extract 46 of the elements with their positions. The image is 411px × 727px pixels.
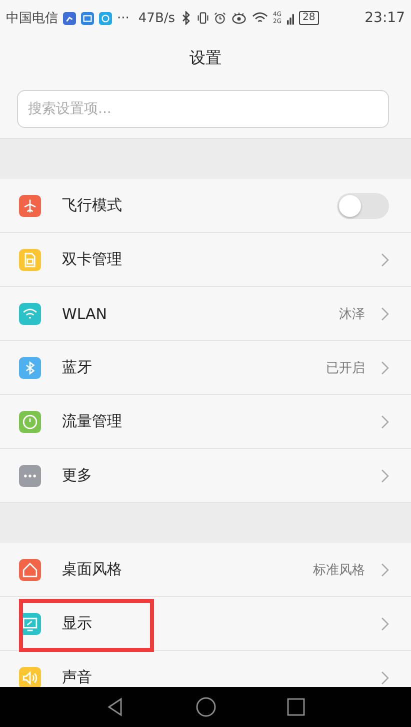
setting-label[interactable]: WLAN bbox=[62, 304, 108, 322]
search-field[interactable]: 搜索设置项... bbox=[17, 90, 389, 128]
alarm-icon bbox=[214, 11, 226, 25]
setting-value: 已开启 bbox=[326, 360, 365, 376]
vibrate-icon bbox=[197, 11, 210, 25]
chevron-icon bbox=[381, 360, 389, 374]
setting-label[interactable]: 声音 bbox=[62, 668, 92, 687]
setting-label[interactable]: 显示 bbox=[62, 614, 92, 633]
setting-row[interactable]: 桌面风格 标准风格 bbox=[0, 543, 411, 597]
chevron-icon bbox=[381, 468, 389, 482]
setting-label[interactable]: 蓝牙 bbox=[62, 358, 92, 377]
eye-icon bbox=[231, 11, 248, 25]
chevron-icon bbox=[381, 252, 389, 266]
setting-label[interactable]: 桌面风格 bbox=[62, 560, 122, 579]
chevron-icon bbox=[381, 306, 389, 320]
home-icon[interactable] bbox=[196, 697, 216, 717]
chevron-icon bbox=[381, 616, 389, 630]
setting-label[interactable]: 双卡管理 bbox=[62, 250, 122, 269]
chevron-icon bbox=[381, 414, 389, 428]
clock: 23:17 bbox=[364, 10, 405, 26]
setting-value: 沐泽 bbox=[339, 306, 365, 322]
setting-row[interactable]: 流量管理 bbox=[0, 395, 411, 449]
setting-row[interactable]: 蓝牙 已开启 bbox=[0, 341, 411, 395]
image-notification-icon bbox=[81, 12, 94, 24]
app-notification-icon bbox=[99, 12, 112, 24]
bluetooth-icon bbox=[180, 11, 192, 25]
carrier-name: 中国电信 bbox=[6, 10, 58, 27]
network-speed: 47B/s bbox=[138, 10, 176, 26]
signal-icon bbox=[286, 12, 294, 24]
app-notification-icon bbox=[63, 12, 76, 24]
setting-label[interactable]: 更多 bbox=[62, 466, 92, 485]
chevron-icon bbox=[381, 562, 389, 576]
page-title: 设置 bbox=[190, 48, 222, 68]
battery-level: 28 bbox=[298, 11, 320, 25]
toggle-switch[interactable] bbox=[337, 192, 389, 218]
more-notifications: ··· bbox=[117, 10, 130, 26]
setting-row[interactable]: 显示 bbox=[0, 597, 411, 651]
setting-row[interactable]: 飞行模式 bbox=[0, 179, 411, 233]
wifi-icon bbox=[252, 11, 268, 25]
setting-row[interactable]: WLAN 沐泽 bbox=[0, 287, 411, 341]
setting-label[interactable]: 飞行模式 bbox=[62, 196, 122, 215]
recents-icon[interactable] bbox=[286, 697, 306, 717]
chevron-icon bbox=[381, 670, 389, 684]
setting-value: 标准风格 bbox=[313, 562, 365, 578]
setting-row[interactable]: 双卡管理 bbox=[0, 233, 411, 287]
setting-label[interactable]: 流量管理 bbox=[62, 412, 122, 431]
